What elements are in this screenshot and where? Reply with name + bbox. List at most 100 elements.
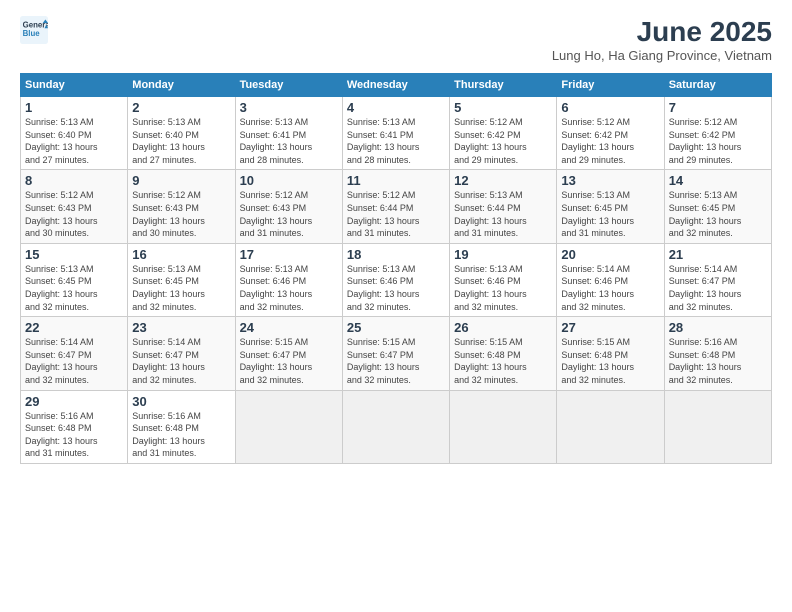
day-info: Sunrise: 5:14 AM Sunset: 6:47 PM Dayligh…: [25, 336, 123, 386]
table-row: 17Sunrise: 5:13 AM Sunset: 6:46 PM Dayli…: [235, 243, 342, 316]
day-info: Sunrise: 5:16 AM Sunset: 6:48 PM Dayligh…: [25, 410, 123, 460]
day-number: 3: [240, 100, 338, 115]
table-row: 24Sunrise: 5:15 AM Sunset: 6:47 PM Dayli…: [235, 317, 342, 390]
col-wednesday: Wednesday: [342, 74, 449, 97]
table-row: 20Sunrise: 5:14 AM Sunset: 6:46 PM Dayli…: [557, 243, 664, 316]
table-row: 18Sunrise: 5:13 AM Sunset: 6:46 PM Dayli…: [342, 243, 449, 316]
day-number: 5: [454, 100, 552, 115]
table-row: [342, 390, 449, 463]
table-row: 5Sunrise: 5:12 AM Sunset: 6:42 PM Daylig…: [450, 97, 557, 170]
table-row: 29Sunrise: 5:16 AM Sunset: 6:48 PM Dayli…: [21, 390, 128, 463]
table-row: 1Sunrise: 5:13 AM Sunset: 6:40 PM Daylig…: [21, 97, 128, 170]
calendar-week-row: 29Sunrise: 5:16 AM Sunset: 6:48 PM Dayli…: [21, 390, 772, 463]
day-number: 27: [561, 320, 659, 335]
day-number: 21: [669, 247, 767, 262]
table-row: 22Sunrise: 5:14 AM Sunset: 6:47 PM Dayli…: [21, 317, 128, 390]
day-number: 8: [25, 173, 123, 188]
day-number: 30: [132, 394, 230, 409]
day-info: Sunrise: 5:12 AM Sunset: 6:43 PM Dayligh…: [25, 189, 123, 239]
day-number: 10: [240, 173, 338, 188]
subtitle: Lung Ho, Ha Giang Province, Vietnam: [552, 48, 772, 63]
day-info: Sunrise: 5:14 AM Sunset: 6:47 PM Dayligh…: [132, 336, 230, 386]
calendar-header-row: Sunday Monday Tuesday Wednesday Thursday…: [21, 74, 772, 97]
title-block: June 2025 Lung Ho, Ha Giang Province, Vi…: [552, 16, 772, 63]
table-row: 7Sunrise: 5:12 AM Sunset: 6:42 PM Daylig…: [664, 97, 771, 170]
svg-text:Blue: Blue: [23, 29, 41, 38]
calendar-week-row: 15Sunrise: 5:13 AM Sunset: 6:45 PM Dayli…: [21, 243, 772, 316]
table-row: 10Sunrise: 5:12 AM Sunset: 6:43 PM Dayli…: [235, 170, 342, 243]
day-info: Sunrise: 5:12 AM Sunset: 6:42 PM Dayligh…: [454, 116, 552, 166]
day-number: 19: [454, 247, 552, 262]
calendar-table: Sunday Monday Tuesday Wednesday Thursday…: [20, 73, 772, 464]
col-friday: Friday: [557, 74, 664, 97]
table-row: 11Sunrise: 5:12 AM Sunset: 6:44 PM Dayli…: [342, 170, 449, 243]
day-number: 6: [561, 100, 659, 115]
table-row: [557, 390, 664, 463]
day-number: 11: [347, 173, 445, 188]
col-thursday: Thursday: [450, 74, 557, 97]
day-info: Sunrise: 5:14 AM Sunset: 6:46 PM Dayligh…: [561, 263, 659, 313]
calendar-week-row: 8Sunrise: 5:12 AM Sunset: 6:43 PM Daylig…: [21, 170, 772, 243]
col-monday: Monday: [128, 74, 235, 97]
table-row: 28Sunrise: 5:16 AM Sunset: 6:48 PM Dayli…: [664, 317, 771, 390]
day-info: Sunrise: 5:12 AM Sunset: 6:43 PM Dayligh…: [240, 189, 338, 239]
day-number: 29: [25, 394, 123, 409]
day-info: Sunrise: 5:16 AM Sunset: 6:48 PM Dayligh…: [669, 336, 767, 386]
table-row: 3Sunrise: 5:13 AM Sunset: 6:41 PM Daylig…: [235, 97, 342, 170]
table-row: 2Sunrise: 5:13 AM Sunset: 6:40 PM Daylig…: [128, 97, 235, 170]
day-info: Sunrise: 5:13 AM Sunset: 6:40 PM Dayligh…: [25, 116, 123, 166]
day-info: Sunrise: 5:12 AM Sunset: 6:44 PM Dayligh…: [347, 189, 445, 239]
day-number: 7: [669, 100, 767, 115]
day-number: 26: [454, 320, 552, 335]
day-info: Sunrise: 5:12 AM Sunset: 6:42 PM Dayligh…: [561, 116, 659, 166]
day-number: 15: [25, 247, 123, 262]
day-info: Sunrise: 5:15 AM Sunset: 6:48 PM Dayligh…: [561, 336, 659, 386]
day-number: 24: [240, 320, 338, 335]
day-info: Sunrise: 5:14 AM Sunset: 6:47 PM Dayligh…: [669, 263, 767, 313]
table-row: 6Sunrise: 5:12 AM Sunset: 6:42 PM Daylig…: [557, 97, 664, 170]
day-info: Sunrise: 5:15 AM Sunset: 6:48 PM Dayligh…: [454, 336, 552, 386]
day-info: Sunrise: 5:13 AM Sunset: 6:46 PM Dayligh…: [240, 263, 338, 313]
table-row: [450, 390, 557, 463]
day-info: Sunrise: 5:13 AM Sunset: 6:45 PM Dayligh…: [561, 189, 659, 239]
col-saturday: Saturday: [664, 74, 771, 97]
table-row: 27Sunrise: 5:15 AM Sunset: 6:48 PM Dayli…: [557, 317, 664, 390]
table-row: 25Sunrise: 5:15 AM Sunset: 6:47 PM Dayli…: [342, 317, 449, 390]
logo-icon: General Blue: [20, 16, 48, 44]
day-number: 17: [240, 247, 338, 262]
day-info: Sunrise: 5:13 AM Sunset: 6:46 PM Dayligh…: [347, 263, 445, 313]
day-number: 14: [669, 173, 767, 188]
day-number: 23: [132, 320, 230, 335]
day-number: 22: [25, 320, 123, 335]
day-info: Sunrise: 5:13 AM Sunset: 6:45 PM Dayligh…: [25, 263, 123, 313]
table-row: 14Sunrise: 5:13 AM Sunset: 6:45 PM Dayli…: [664, 170, 771, 243]
table-row: 30Sunrise: 5:16 AM Sunset: 6:48 PM Dayli…: [128, 390, 235, 463]
logo: General Blue: [20, 16, 48, 44]
day-info: Sunrise: 5:13 AM Sunset: 6:45 PM Dayligh…: [669, 189, 767, 239]
calendar-week-row: 1Sunrise: 5:13 AM Sunset: 6:40 PM Daylig…: [21, 97, 772, 170]
table-row: 13Sunrise: 5:13 AM Sunset: 6:45 PM Dayli…: [557, 170, 664, 243]
table-row: 26Sunrise: 5:15 AM Sunset: 6:48 PM Dayli…: [450, 317, 557, 390]
page: General Blue June 2025 Lung Ho, Ha Giang…: [0, 0, 792, 612]
day-number: 9: [132, 173, 230, 188]
day-number: 25: [347, 320, 445, 335]
day-number: 18: [347, 247, 445, 262]
day-info: Sunrise: 5:12 AM Sunset: 6:42 PM Dayligh…: [669, 116, 767, 166]
day-info: Sunrise: 5:13 AM Sunset: 6:46 PM Dayligh…: [454, 263, 552, 313]
day-info: Sunrise: 5:13 AM Sunset: 6:44 PM Dayligh…: [454, 189, 552, 239]
table-row: 4Sunrise: 5:13 AM Sunset: 6:41 PM Daylig…: [342, 97, 449, 170]
day-info: Sunrise: 5:16 AM Sunset: 6:48 PM Dayligh…: [132, 410, 230, 460]
day-number: 13: [561, 173, 659, 188]
table-row: 9Sunrise: 5:12 AM Sunset: 6:43 PM Daylig…: [128, 170, 235, 243]
day-info: Sunrise: 5:13 AM Sunset: 6:45 PM Dayligh…: [132, 263, 230, 313]
day-number: 1: [25, 100, 123, 115]
day-info: Sunrise: 5:13 AM Sunset: 6:40 PM Dayligh…: [132, 116, 230, 166]
header: General Blue June 2025 Lung Ho, Ha Giang…: [20, 16, 772, 63]
day-number: 2: [132, 100, 230, 115]
col-tuesday: Tuesday: [235, 74, 342, 97]
table-row: 12Sunrise: 5:13 AM Sunset: 6:44 PM Dayli…: [450, 170, 557, 243]
table-row: [664, 390, 771, 463]
day-number: 28: [669, 320, 767, 335]
col-sunday: Sunday: [21, 74, 128, 97]
table-row: 23Sunrise: 5:14 AM Sunset: 6:47 PM Dayli…: [128, 317, 235, 390]
